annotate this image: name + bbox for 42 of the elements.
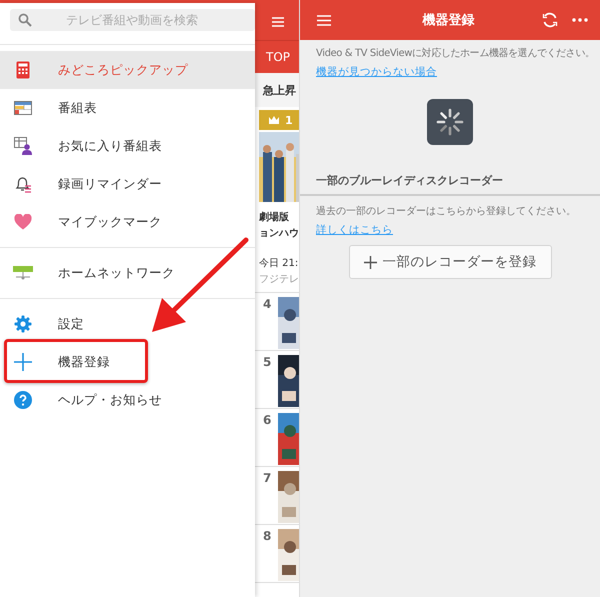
menu-item[interactable]: マイブックマーク (0, 203, 255, 241)
network-icon (13, 266, 33, 280)
rank-number: 7 (263, 471, 272, 485)
program-title: 劇場版 (259, 210, 290, 225)
calculator-icon (16, 61, 30, 79)
loading-spinner-icon (427, 99, 473, 145)
register-recorder-button[interactable]: 一部のレコーダーを登録 (348, 245, 552, 279)
crown-icon (269, 116, 279, 124)
rank-number: 4 (263, 297, 272, 311)
menu-item[interactable]: 録画リマインダー (0, 165, 255, 203)
section-title: 一部のブルーレイディスクレコーダー (300, 173, 600, 196)
schedule-grid-icon (14, 101, 32, 115)
menu-item[interactable]: ホームネットワーク (0, 254, 255, 292)
screen-title: 機器登録 (421, 12, 476, 29)
search-field[interactable]: テレビ番組や動画を検索 (10, 9, 255, 31)
menu-item[interactable]: 機器登録 (0, 343, 255, 381)
rank-number: 6 (263, 413, 272, 427)
program-title: ョンハウ (259, 227, 299, 241)
menu-icon[interactable] (317, 14, 331, 26)
rank-number: 1 (285, 114, 293, 126)
top-tab[interactable]: TOP (255, 41, 299, 73)
section-text: 過去の一部のレコーダーはこちらから登録してください。 (315, 204, 577, 218)
rank-number: 8 (263, 529, 272, 543)
plus-icon (364, 256, 376, 268)
menu-item[interactable]: 設定 (0, 305, 255, 343)
section-title: 急上昇 (255, 73, 299, 107)
search-icon (18, 13, 32, 27)
settings-icon (14, 315, 32, 333)
menu-icon[interactable] (272, 16, 284, 26)
menu-item[interactable]: 番組表 (0, 89, 255, 127)
more-icon[interactable] (572, 18, 588, 22)
menu-item[interactable]: お気に入り番組表 (0, 127, 255, 165)
rank-number: 5 (263, 355, 272, 369)
refresh-icon[interactable] (542, 12, 558, 28)
schedule-person-icon (14, 137, 32, 155)
heart-icon (14, 214, 32, 230)
help-icon (14, 391, 32, 409)
bell-icon (14, 175, 32, 193)
menu-item[interactable]: ヘルプ・お知らせ (0, 381, 255, 419)
plus-icon (14, 353, 32, 371)
intro-text: Video & TV SideViewに対応したホーム機器を選んでください。 (315, 46, 596, 60)
air-time: 今日 21: (258, 257, 299, 270)
